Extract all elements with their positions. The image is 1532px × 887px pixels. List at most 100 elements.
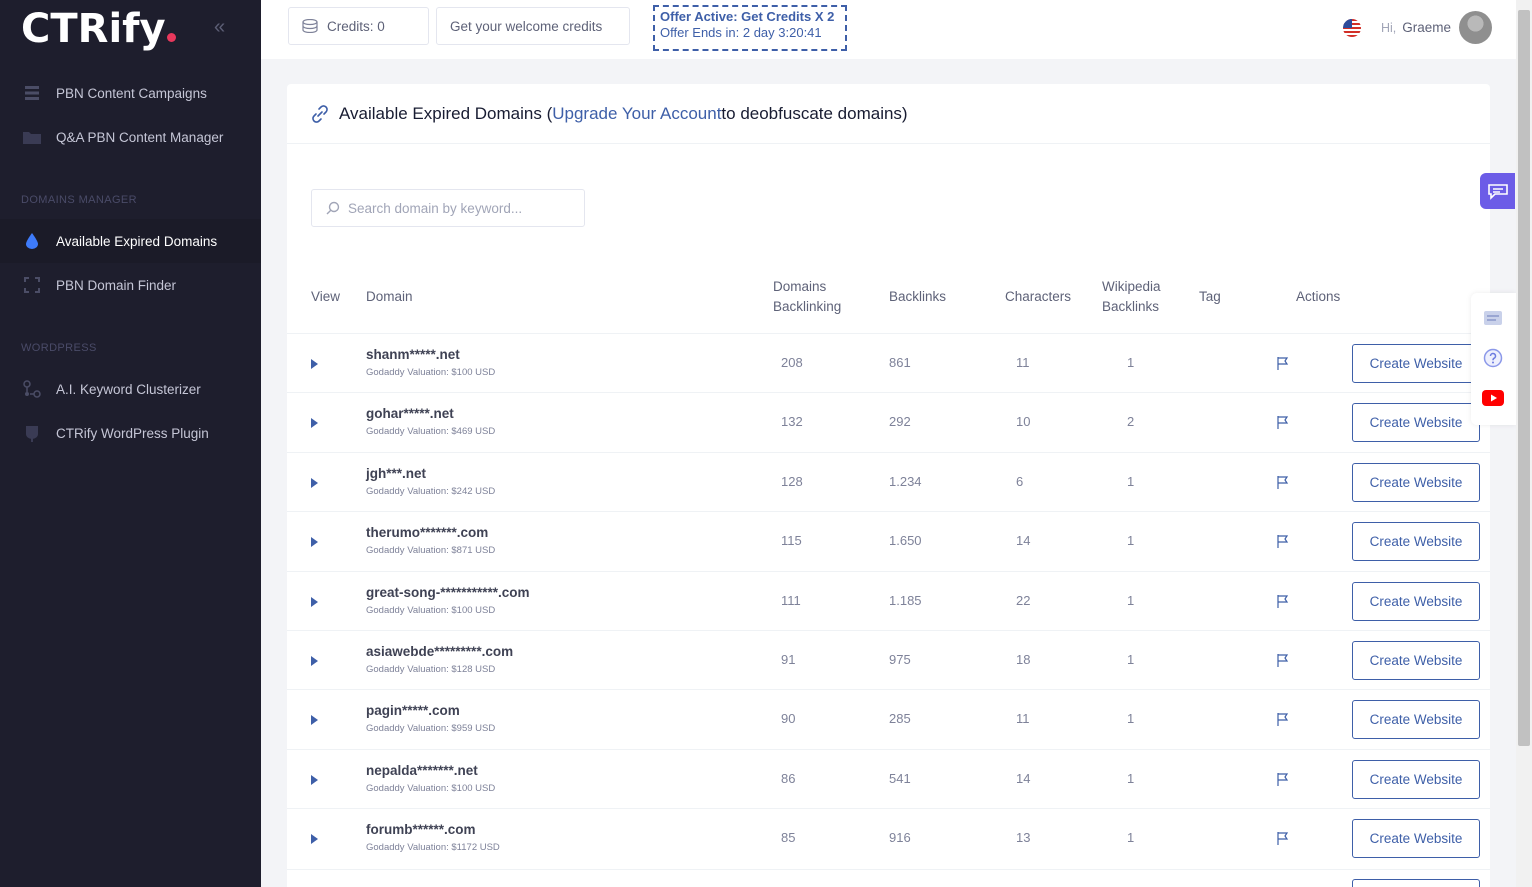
domain-valuation: Godaddy Valuation: $242 USD: [366, 486, 496, 497]
sidebar-item-ai-keyword-clusterizer[interactable]: A.I. Keyword Clusterizer: [0, 367, 261, 411]
us-flag-icon[interactable]: [1342, 18, 1361, 37]
collapse-sidebar-icon[interactable]: «: [214, 16, 225, 39]
create-website-button[interactable]: Create Website: [1352, 700, 1480, 739]
side-toolbar: [1471, 293, 1516, 425]
wikipedia-backlinks-value: 1: [1127, 652, 1135, 667]
flag-icon[interactable]: [1276, 712, 1290, 732]
logo[interactable]: CTRify: [21, 6, 176, 52]
table-row: nepalda*******.net Godaddy Valuation: $10…: [287, 749, 1490, 808]
username: Graeme: [1402, 20, 1451, 35]
table-row: therumo*******.com Godaddy Valuation: $87…: [287, 511, 1490, 570]
th-characters[interactable]: Characters: [1005, 287, 1071, 307]
upgrade-account-link[interactable]: Upgrade Your Account: [552, 104, 721, 124]
domain-valuation: Godaddy Valuation: $128 USD: [366, 664, 496, 675]
expand-row-icon[interactable]: [311, 478, 318, 488]
credits-button[interactable]: Credits: 0: [288, 7, 429, 45]
expand-row-icon[interactable]: [311, 537, 318, 547]
offer-banner[interactable]: Offer Active: Get Credits X 2 Offer Ends…: [653, 5, 847, 51]
domains-backlinking-value: 115: [781, 533, 802, 548]
expand-row-icon[interactable]: [311, 418, 318, 428]
th-backlinks[interactable]: Backlinks: [889, 287, 946, 307]
sidebar-item-qa-pbn-content-manager[interactable]: Q&A PBN Content Manager: [0, 115, 261, 159]
table-row: great-song-***********.com Godaddy Valuat…: [287, 571, 1490, 630]
list-icon: [21, 84, 43, 102]
create-website-button[interactable]: Create Website: [1352, 582, 1480, 621]
flag-icon[interactable]: [1276, 594, 1290, 614]
th-wikipedia-backlinks[interactable]: Wikipedia Backlinks: [1102, 277, 1161, 317]
chat-icon: [1487, 182, 1509, 200]
chat-widget-button[interactable]: [1480, 173, 1515, 209]
user-menu[interactable]: Hi, Graeme: [1342, 11, 1492, 44]
create-website-button[interactable]: Create Website: [1352, 879, 1480, 887]
backlinks-value: 975: [889, 652, 911, 667]
create-website-button[interactable]: Create Website: [1352, 522, 1480, 561]
wikipedia-backlinks-value: 1: [1127, 593, 1135, 608]
domain-valuation: Godaddy Valuation: $100 USD: [366, 783, 496, 794]
flag-icon[interactable]: [1276, 356, 1290, 376]
welcome-credits-button[interactable]: Get your welcome credits: [436, 7, 630, 45]
table-row: shanm*****.net Godaddy Valuation: $100 US…: [287, 333, 1490, 392]
th-view: View: [311, 289, 341, 304]
flag-icon[interactable]: [1276, 415, 1290, 435]
wikipedia-backlinks-value: 1: [1127, 830, 1135, 845]
th-domain[interactable]: Domain: [366, 287, 413, 307]
expand-row-icon[interactable]: [311, 715, 318, 725]
domains-backlinking-value: 90: [781, 711, 796, 726]
scrollbar-thumb[interactable]: [1518, 10, 1530, 746]
sidebar: CTRify « PBN Content Campaigns Q&A PBN C…: [0, 0, 261, 887]
expand-row-icon[interactable]: [311, 656, 318, 666]
card-title: Available Expired Domains (Upgrade Your …: [287, 84, 1490, 144]
characters-value: 11: [1016, 711, 1030, 726]
section-domains-manager: DOMAINS MANAGER: [21, 194, 138, 206]
expand-row-icon[interactable]: [311, 597, 318, 607]
domain-name: great-song-***********.com: [366, 585, 530, 600]
vertical-scrollbar[interactable]: [1516, 0, 1532, 887]
expand-row-icon[interactable]: [311, 359, 318, 369]
th-actions: Actions: [1296, 289, 1341, 304]
wikipedia-backlinks-value: 1: [1127, 533, 1135, 548]
domain-name: jgh***.net: [366, 466, 427, 481]
characters-value: 14: [1016, 533, 1031, 548]
table-row: Create Website: [287, 869, 1490, 887]
wikipedia-backlinks-value: 1: [1127, 771, 1135, 786]
backlinks-value: 1.650: [889, 533, 922, 548]
domain-name: gohar*****.net: [366, 406, 454, 421]
plugin-icon: [21, 424, 43, 442]
expand-icon: [21, 276, 43, 294]
th-domains-backlinking[interactable]: Domains Backlinking: [773, 277, 841, 317]
domain-name: asiawebde*********.com: [366, 644, 514, 659]
create-website-button[interactable]: Create Website: [1352, 403, 1480, 442]
search-icon: [326, 201, 340, 215]
avatar[interactable]: [1459, 11, 1492, 44]
flag-icon[interactable]: [1276, 534, 1290, 554]
domains-backlinking-value: 91: [781, 652, 796, 667]
flag-icon[interactable]: [1276, 772, 1290, 792]
create-website-button[interactable]: Create Website: [1352, 463, 1480, 502]
greeting: Hi,: [1380, 20, 1397, 35]
sidebar-item-available-expired-domains[interactable]: Available Expired Domains: [0, 219, 261, 263]
characters-value: 13: [1016, 830, 1031, 845]
table-row: forumb******.com Godaddy Valuation: $1172…: [287, 808, 1490, 867]
sidebar-item-pbn-domain-finder[interactable]: PBN Domain Finder: [0, 263, 261, 307]
create-website-button[interactable]: Create Website: [1352, 641, 1480, 680]
table-row: pagin*****.com Godaddy Valuation: $959 US…: [287, 689, 1490, 748]
flag-icon[interactable]: [1276, 831, 1290, 851]
message-icon[interactable]: [1482, 308, 1504, 328]
create-website-button[interactable]: Create Website: [1352, 819, 1480, 858]
sidebar-item-ctrify-wordpress-plugin[interactable]: CTRify WordPress Plugin: [0, 411, 261, 455]
characters-value: 11: [1016, 355, 1030, 370]
flag-icon[interactable]: [1276, 653, 1290, 673]
create-website-button[interactable]: Create Website: [1352, 344, 1480, 383]
expand-row-icon[interactable]: [311, 775, 318, 785]
backlinks-value: 1.185: [889, 593, 922, 608]
youtube-icon[interactable]: [1482, 388, 1504, 408]
domain-valuation: Godaddy Valuation: $871 USD: [366, 545, 496, 556]
help-icon[interactable]: [1482, 348, 1504, 368]
characters-value: 22: [1016, 593, 1031, 608]
sidebar-item-pbn-content-campaigns[interactable]: PBN Content Campaigns: [0, 71, 261, 115]
flag-icon[interactable]: [1276, 475, 1290, 495]
wikipedia-backlinks-value: 1: [1127, 474, 1135, 489]
expand-row-icon[interactable]: [311, 834, 318, 844]
create-website-button[interactable]: Create Website: [1352, 760, 1480, 799]
search-input[interactable]: Search domain by keyword...: [311, 189, 585, 227]
